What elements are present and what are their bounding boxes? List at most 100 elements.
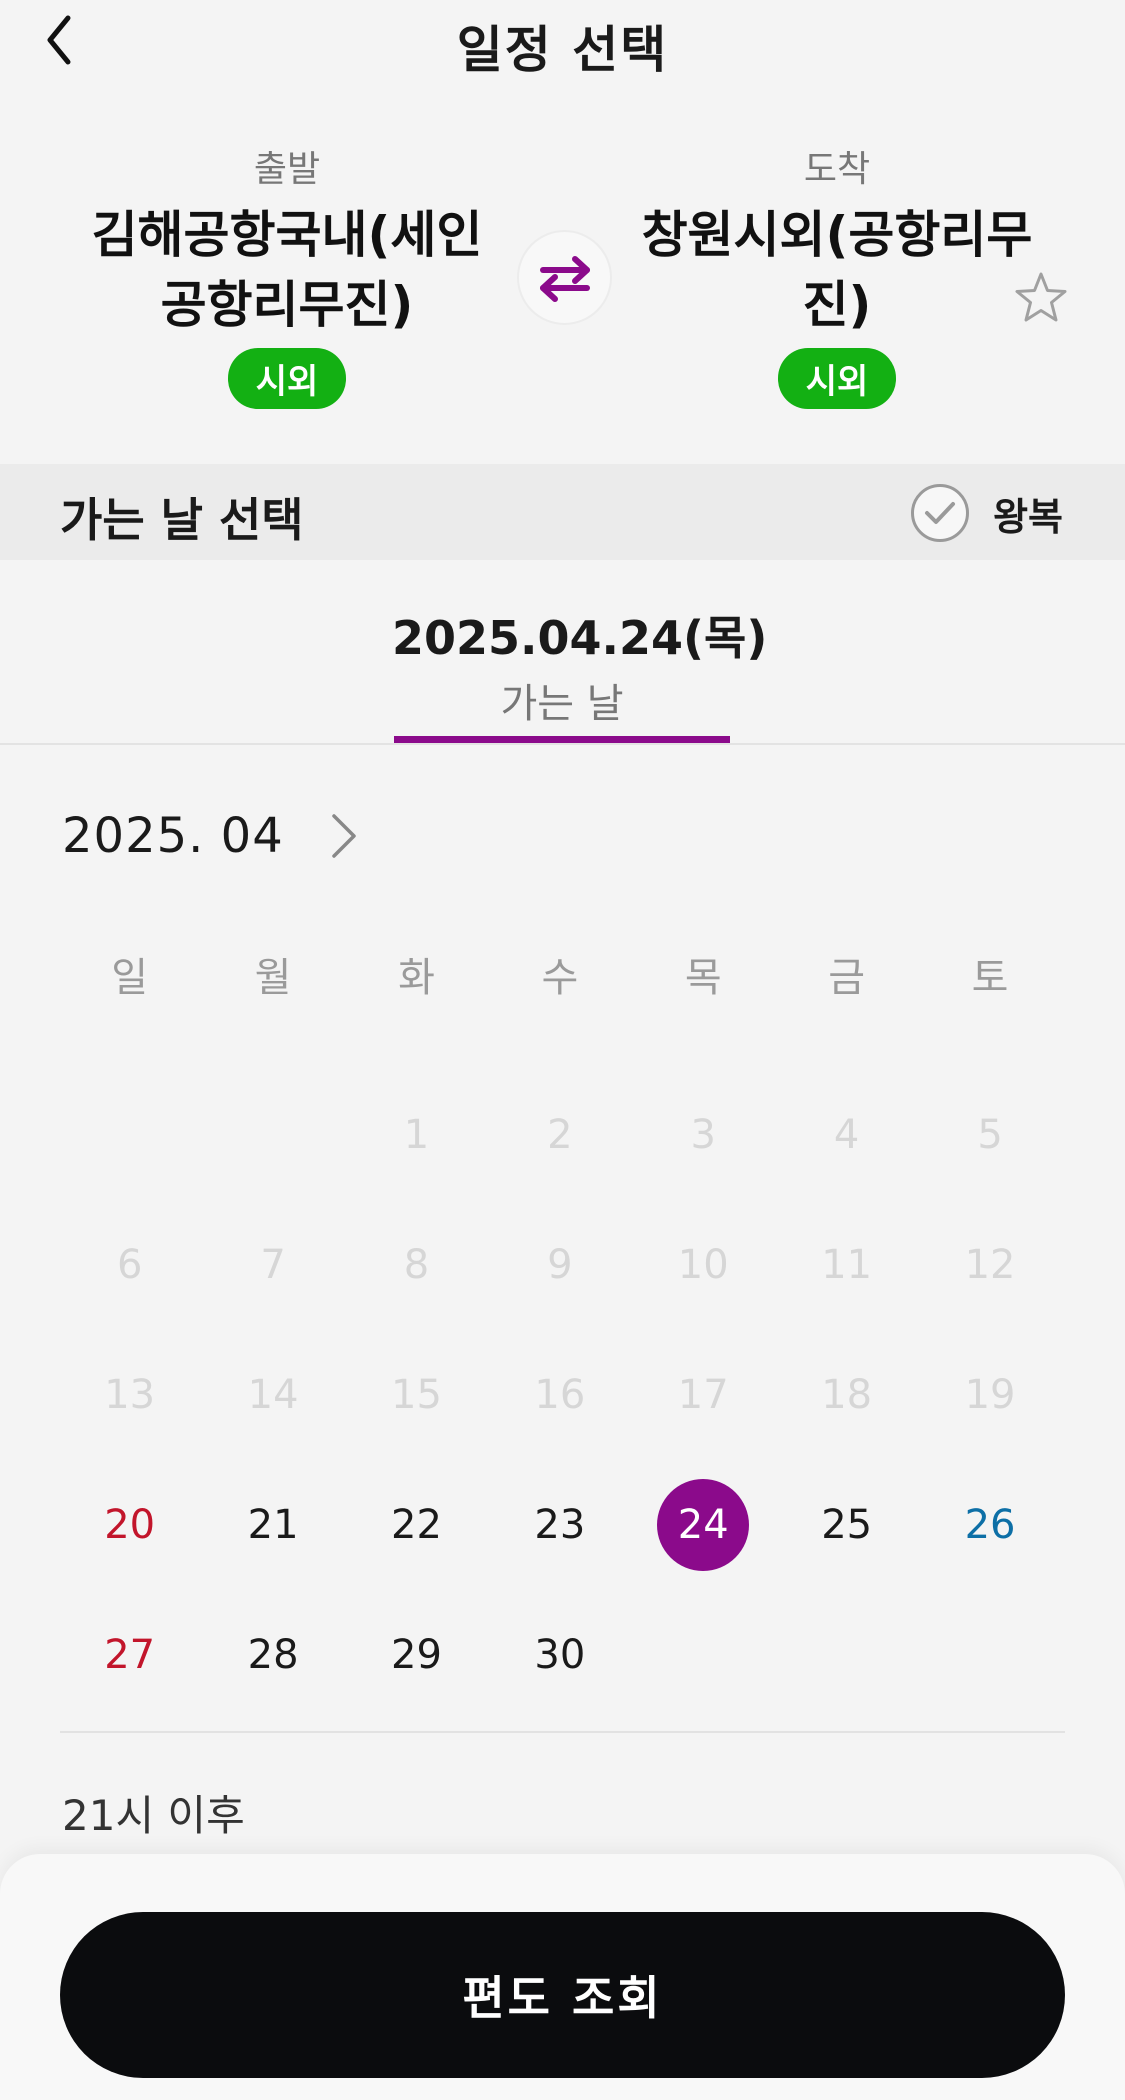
calendar-day-1: 1 — [345, 1085, 488, 1185]
calendar-day-label: 9 — [547, 1242, 573, 1288]
swap-button[interactable] — [517, 230, 612, 325]
calendar-day-label: 24 — [657, 1479, 750, 1571]
calendar-day-label: 3 — [690, 1112, 716, 1158]
one-way-search-button[interactable]: 편도 조회 — [60, 1912, 1065, 2078]
calendar-day-label: 20 — [104, 1502, 156, 1548]
roundtrip-label: 왕복 — [993, 494, 1063, 539]
calendar-day-label: 12 — [964, 1242, 1016, 1288]
header: 일정 선택 — [0, 0, 1125, 90]
calendar-day-label: 17 — [677, 1372, 729, 1418]
calendar-day-15: 15 — [345, 1345, 488, 1445]
calendar-week: 20 21 22 23 24 25 26 — [58, 1475, 1062, 1575]
calendar-day-27[interactable]: 27 — [58, 1605, 201, 1705]
arrival-badge: 시외 — [777, 348, 897, 409]
month-header: 2025. 04 — [62, 808, 364, 864]
star-icon — [1015, 272, 1067, 322]
calendar-day-label: 22 — [391, 1502, 442, 1548]
weekday-sat: 토 — [971, 955, 1009, 1001]
calendar-day-label: 25 — [821, 1502, 873, 1548]
calendar-day-29[interactable]: 29 — [345, 1605, 488, 1705]
calendar-day-label: 29 — [391, 1632, 442, 1678]
bottom-bar: 편도 조회 — [0, 1854, 1125, 2100]
calendar-day-label: 13 — [104, 1372, 156, 1418]
calendar-day-8: 8 — [345, 1215, 488, 1315]
roundtrip-checkbox[interactable] — [911, 484, 970, 542]
calendar-day-13: 13 — [58, 1345, 201, 1445]
calendar-day-21[interactable]: 21 — [201, 1475, 344, 1575]
calendar-day-label: 18 — [821, 1372, 873, 1418]
favorite-button[interactable] — [1013, 270, 1069, 326]
date-section-bar: 가는 날 선택 왕복 — [0, 464, 1125, 560]
calendar-day-6: 6 — [58, 1215, 201, 1315]
arrival-station[interactable]: 도착 창원시외(공항리무 진) 시외 — [612, 140, 1062, 409]
calendar-day-5: 5 — [918, 1085, 1061, 1185]
calendar-day-label: 1 — [403, 1112, 430, 1158]
calendar-day-28[interactable]: 28 — [201, 1605, 344, 1705]
arrival-name-text: 창원시외(공항리무 진) — [641, 206, 1033, 334]
departure-name-text: 김해공항국내(세인 공항리무진) — [91, 206, 483, 334]
calendar-day-label: 5 — [977, 1112, 1003, 1158]
calendar-day-25[interactable]: 25 — [775, 1475, 918, 1575]
weekday-tue: 화 — [398, 955, 435, 1001]
departure-badge: 시외 — [227, 348, 347, 409]
next-month-button[interactable] — [324, 808, 364, 864]
calendar-day-label: 6 — [116, 1242, 143, 1288]
calendar-day-label: 30 — [534, 1632, 586, 1678]
calendar-day-label: 21 — [247, 1502, 299, 1548]
calendar-empty-cell — [918, 1605, 1061, 1705]
calendar-day-11: 11 — [775, 1215, 918, 1315]
route-selector: 출발 김해공항국내(세인 공항리무진) 시외 도착 창원시외(공항리무 진) 시… — [0, 140, 1125, 420]
weekday-mon: 월 — [254, 955, 292, 1001]
time-filter-label: 21시 이후 — [62, 1791, 245, 1840]
calendar-day-label: 16 — [534, 1372, 586, 1418]
calendar-day-30[interactable]: 30 — [488, 1605, 631, 1705]
arrival-label: 도착 — [803, 149, 871, 190]
swap-arrows-icon — [539, 255, 590, 302]
calendar-day-label: 14 — [247, 1372, 299, 1418]
divider — [0, 743, 1125, 745]
calendar-week: 6 7 8 9 10 11 12 — [58, 1215, 1062, 1315]
calendar-day-label: 10 — [677, 1242, 729, 1288]
calendar-day-22[interactable]: 22 — [345, 1475, 488, 1575]
checkmark-icon — [925, 502, 956, 524]
calendar-empty-cell — [201, 1085, 344, 1185]
departure-date-tab[interactable]: 2025.04.24(목) 가는 날 — [392, 600, 767, 744]
chevron-right-icon — [332, 814, 356, 858]
calendar-day-19: 19 — [918, 1345, 1061, 1445]
weekday-header: 일 월 화 수 목 금 토 — [58, 945, 1062, 1003]
calendar-day-24[interactable]: 24 — [632, 1475, 775, 1575]
calendar-day-label: 8 — [403, 1242, 430, 1288]
calendar-day-label: 4 — [833, 1112, 860, 1158]
calendar-day-label: 7 — [260, 1242, 286, 1288]
arrival-name: 창원시외(공항리무 진) — [612, 200, 1062, 340]
calendar-day-2: 2 — [488, 1085, 631, 1185]
departure-name: 김해공항국내(세인 공항리무진) — [62, 200, 512, 340]
calendar-day-7: 7 — [201, 1215, 344, 1315]
calendar-day-label: 27 — [104, 1632, 156, 1678]
calendar-day-17: 17 — [632, 1345, 775, 1445]
calendar-day-3: 3 — [632, 1085, 775, 1185]
weekday-thu: 목 — [684, 955, 722, 1001]
calendar-day-14: 14 — [201, 1345, 344, 1445]
calendar-day-18: 18 — [775, 1345, 918, 1445]
schedule-select-screen: 일정 선택 출발 김해공항국내(세인 공항리무진) 시외 도착 창원시외(공항리… — [0, 0, 1125, 2100]
divider — [60, 1731, 1065, 1733]
calendar-day-26[interactable]: 26 — [918, 1475, 1061, 1575]
date-tab-label: 가는 날 — [500, 681, 624, 727]
roundtrip-toggle[interactable]: 왕복 — [911, 484, 1063, 542]
departure-station[interactable]: 출발 김해공항국내(세인 공항리무진) 시외 — [62, 140, 512, 409]
weekday-fri: 금 — [828, 955, 866, 1001]
departure-label: 출발 — [253, 149, 321, 190]
calendar-day-12: 12 — [918, 1215, 1061, 1315]
calendar-week: 27 28 29 30 — [58, 1605, 1062, 1705]
month-label: 2025. 04 — [62, 808, 284, 864]
calendar-day-label: 23 — [534, 1502, 586, 1548]
calendar-empty-cell — [775, 1605, 918, 1705]
calendar-day-4: 4 — [775, 1085, 918, 1185]
calendar-day-23[interactable]: 23 — [488, 1475, 631, 1575]
calendar-day-label: 26 — [964, 1502, 1016, 1548]
calendar-empty-cell — [58, 1085, 201, 1185]
calendar-day-20[interactable]: 20 — [58, 1475, 201, 1575]
calendar-day-9: 9 — [488, 1215, 631, 1315]
calendar-day-label: 15 — [391, 1372, 442, 1418]
